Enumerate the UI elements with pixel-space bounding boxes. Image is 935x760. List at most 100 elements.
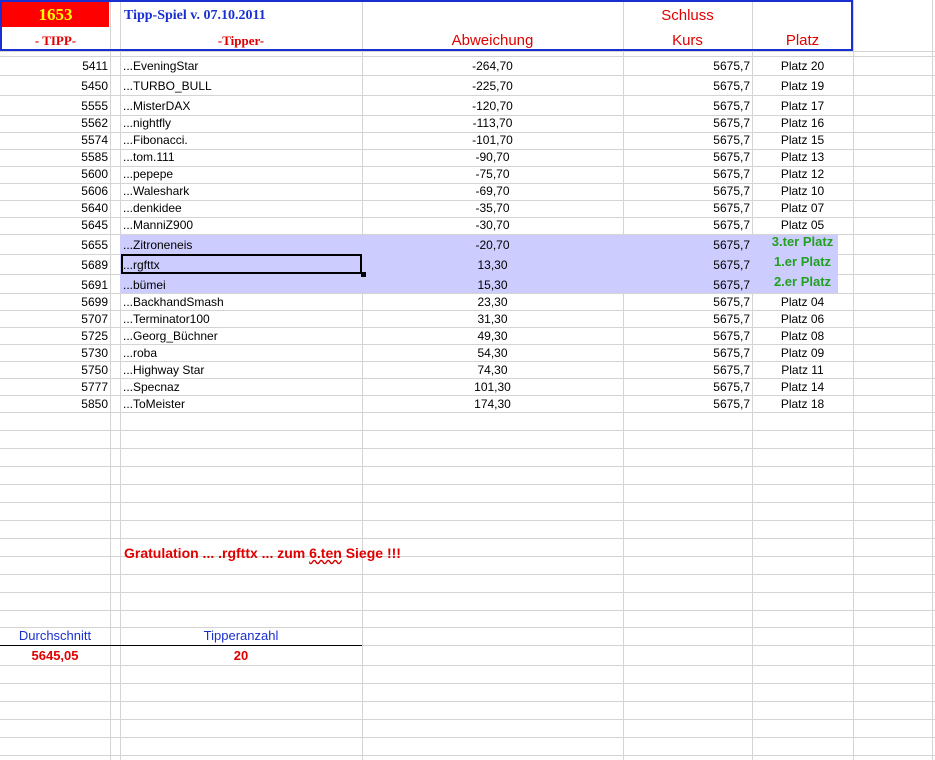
platz-cell[interactable]: Platz 16 <box>752 115 853 131</box>
tipper-cell[interactable]: ...pepepe <box>123 166 173 182</box>
tipp-cell[interactable]: 5574 <box>0 132 108 148</box>
col-header-abweichung[interactable]: Abweichung <box>362 33 623 49</box>
col-header-tipper[interactable]: -Tipper- <box>120 33 362 49</box>
tipper-count-label[interactable]: Tipperanzahl <box>120 628 362 644</box>
tipp-cell[interactable]: 5777 <box>0 379 108 395</box>
kurs-cell[interactable]: 5675,7 <box>623 237 750 253</box>
tipp-cell[interactable]: 5585 <box>0 149 108 165</box>
tipp-cell[interactable]: 5725 <box>0 328 108 344</box>
abweichung-cell[interactable]: -20,70 <box>362 237 623 253</box>
kurs-cell[interactable]: 5675,7 <box>623 396 750 412</box>
abweichung-cell[interactable]: 31,30 <box>362 311 623 327</box>
platz-cell[interactable]: Platz 18 <box>752 396 853 412</box>
tipp-cell[interactable]: 5645 <box>0 217 108 233</box>
average-value[interactable]: 5645,05 <box>0 648 110 664</box>
platz-cell[interactable]: Platz 05 <box>752 217 853 233</box>
tipp-cell[interactable]: 5450 <box>0 78 108 94</box>
kurs-cell[interactable]: 5675,7 <box>623 98 750 114</box>
tipp-cell[interactable]: 5850 <box>0 396 108 412</box>
abweichung-cell[interactable]: 13,30 <box>362 257 623 273</box>
platz-cell[interactable]: Platz 17 <box>752 98 853 114</box>
tipp-cell[interactable]: 5730 <box>0 345 108 361</box>
tipp-cell[interactable]: 5689 <box>0 257 108 273</box>
abweichung-cell[interactable]: -69,70 <box>362 183 623 199</box>
kurs-cell[interactable]: 5675,7 <box>623 115 750 131</box>
platz-cell[interactable]: Platz 15 <box>752 132 853 148</box>
abweichung-cell[interactable]: -113,70 <box>362 115 623 131</box>
kurs-cell[interactable]: 5675,7 <box>623 58 750 74</box>
platz-cell[interactable]: 3.ter Platz <box>752 234 853 250</box>
kurs-cell[interactable]: 5675,7 <box>623 149 750 165</box>
col-header-schluss[interactable]: Schluss <box>623 8 752 24</box>
tipper-cell[interactable]: ...EveningStar <box>123 58 198 74</box>
kurs-cell[interactable]: 5675,7 <box>623 200 750 216</box>
tipp-cell[interactable]: 5707 <box>0 311 108 327</box>
kurs-cell[interactable]: 5675,7 <box>623 183 750 199</box>
tipper-cell[interactable]: ...BackhandSmash <box>123 294 224 310</box>
col-header-platz[interactable]: Platz <box>752 33 853 49</box>
game-title[interactable]: Tipp-Spiel v. 07.10.2011 <box>124 8 266 24</box>
tipp-cell[interactable]: 5606 <box>0 183 108 199</box>
platz-cell[interactable]: Platz 12 <box>752 166 853 182</box>
platz-cell[interactable]: Platz 13 <box>752 149 853 165</box>
abweichung-cell[interactable]: -75,70 <box>362 166 623 182</box>
tipper-cell[interactable]: ...Highway Star <box>123 362 204 378</box>
kurs-cell[interactable]: 5675,7 <box>623 294 750 310</box>
abweichung-cell[interactable]: 74,30 <box>362 362 623 378</box>
platz-cell[interactable]: Platz 10 <box>752 183 853 199</box>
tipp-cell[interactable]: 5655 <box>0 237 108 253</box>
tipp-cell[interactable]: 5699 <box>0 294 108 310</box>
tipper-cell[interactable]: ...TURBO_BULL <box>123 78 212 94</box>
platz-cell[interactable]: 1.er Platz <box>752 254 853 270</box>
tipp-cell[interactable]: 5750 <box>0 362 108 378</box>
abweichung-cell[interactable]: 54,30 <box>362 345 623 361</box>
tipp-cell[interactable]: 5555 <box>0 98 108 114</box>
kurs-cell[interactable]: 5675,7 <box>623 345 750 361</box>
tipper-count-value[interactable]: 20 <box>120 648 362 664</box>
abweichung-cell[interactable]: -120,70 <box>362 98 623 114</box>
abweichung-cell[interactable]: -264,70 <box>362 58 623 74</box>
tipper-cell[interactable]: ...denkidee <box>123 200 182 216</box>
tipper-cell[interactable]: ...MisterDAX <box>123 98 190 114</box>
abweichung-cell[interactable]: -35,70 <box>362 200 623 216</box>
tipp-cell[interactable]: 5640 <box>0 200 108 216</box>
kurs-cell[interactable]: 5675,7 <box>623 311 750 327</box>
abweichung-cell[interactable]: -90,70 <box>362 149 623 165</box>
tipper-cell[interactable]: ...tom.111 <box>123 149 175 165</box>
tipper-cell[interactable]: ...ManniZ900 <box>123 217 193 233</box>
platz-cell[interactable]: Platz 07 <box>752 200 853 216</box>
abweichung-cell[interactable]: 23,30 <box>362 294 623 310</box>
abweichung-cell[interactable]: 174,30 <box>362 396 623 412</box>
platz-cell[interactable]: Platz 04 <box>752 294 853 310</box>
kurs-cell[interactable]: 5675,7 <box>623 362 750 378</box>
abweichung-cell[interactable]: 49,30 <box>362 328 623 344</box>
game-number[interactable]: 1653 <box>2 2 109 27</box>
col-header-tipp[interactable]: - TIPP- <box>2 33 109 49</box>
platz-cell[interactable]: Platz 19 <box>752 78 853 94</box>
tipper-cell[interactable]: ...ToMeister <box>123 396 185 412</box>
abweichung-cell[interactable]: 15,30 <box>362 277 623 293</box>
congrats-text[interactable]: Gratulation ... .rgfttx ... zum 6.ten Si… <box>124 545 401 561</box>
platz-cell[interactable]: Platz 08 <box>752 328 853 344</box>
tipper-cell[interactable]: ...nightfly <box>123 115 171 131</box>
abweichung-cell[interactable]: -30,70 <box>362 217 623 233</box>
platz-cell[interactable]: Platz 20 <box>752 58 853 74</box>
abweichung-cell[interactable]: -101,70 <box>362 132 623 148</box>
kurs-cell[interactable]: 5675,7 <box>623 132 750 148</box>
kurs-cell[interactable]: 5675,7 <box>623 328 750 344</box>
tipper-cell[interactable]: ...Georg_Büchner <box>123 328 218 344</box>
tipper-cell[interactable]: ...Fibonacci. <box>123 132 188 148</box>
platz-cell[interactable]: Platz 09 <box>752 345 853 361</box>
fill-handle[interactable] <box>361 272 366 277</box>
tipper-cell[interactable]: ...roba <box>123 345 157 361</box>
selected-cell[interactable] <box>121 254 362 274</box>
average-label[interactable]: Durchschnitt <box>0 628 110 644</box>
tipp-cell[interactable]: 5562 <box>0 115 108 131</box>
abweichung-cell[interactable]: -225,70 <box>362 78 623 94</box>
platz-cell[interactable]: Platz 06 <box>752 311 853 327</box>
kurs-cell[interactable]: 5675,7 <box>623 257 750 273</box>
tipp-cell[interactable]: 5600 <box>0 166 108 182</box>
kurs-cell[interactable]: 5675,7 <box>623 78 750 94</box>
platz-cell[interactable]: 2.er Platz <box>752 274 853 290</box>
tipp-cell[interactable]: 5411 <box>0 58 108 74</box>
